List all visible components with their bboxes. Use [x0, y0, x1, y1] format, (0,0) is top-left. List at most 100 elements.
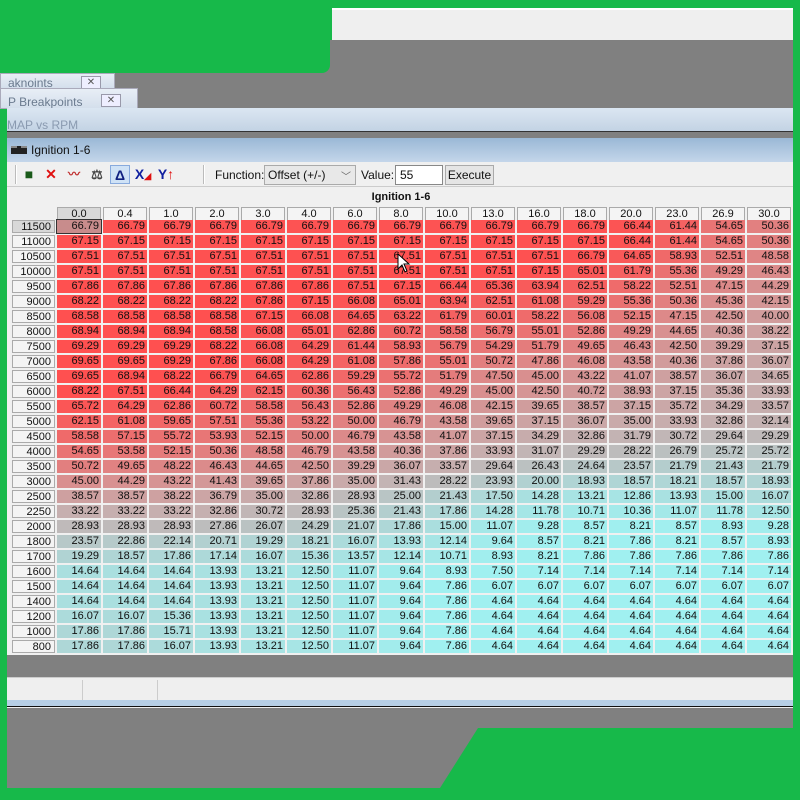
table-cell[interactable]: 69.29 — [149, 340, 193, 353]
table-cell[interactable]: 44.29 — [103, 475, 147, 488]
table-cell[interactable]: 14.64 — [103, 595, 147, 608]
table-cell[interactable]: 43.22 — [149, 475, 193, 488]
table-cell[interactable]: 66.44 — [609, 220, 653, 233]
table-cell[interactable]: 53.93 — [195, 430, 239, 443]
table-cell[interactable]: 67.86 — [57, 280, 101, 293]
table-cell[interactable]: 62.51 — [471, 295, 515, 308]
table-cell[interactable]: 6.07 — [655, 580, 699, 593]
table-cell[interactable]: 14.64 — [57, 565, 101, 578]
table-cell[interactable]: 52.51 — [701, 250, 745, 263]
table-cell[interactable]: 4.64 — [471, 610, 515, 623]
table-cell[interactable]: 7.86 — [701, 550, 745, 563]
table-cell[interactable]: 50.00 — [333, 415, 377, 428]
table-cell[interactable]: 68.22 — [149, 370, 193, 383]
table-cell[interactable]: 61.79 — [425, 310, 469, 323]
table-cell[interactable]: 4.64 — [701, 595, 745, 608]
table-cell[interactable]: 42.50 — [287, 460, 331, 473]
function-dropdown[interactable]: Offset (+/-) ﹀ — [264, 165, 356, 185]
table-cell[interactable]: 26.07 — [241, 520, 285, 533]
table-cell[interactable]: 45.00 — [471, 385, 515, 398]
table-cell[interactable]: 17.86 — [425, 505, 469, 518]
column-header[interactable]: 0.0 — [57, 207, 101, 220]
table-cell[interactable]: 21.43 — [379, 505, 423, 518]
row-header[interactable]: 6500 — [12, 370, 55, 383]
table-cell[interactable]: 8.21 — [609, 520, 653, 533]
table-cell[interactable]: 34.29 — [701, 400, 745, 413]
table-cell[interactable]: 66.08 — [241, 325, 285, 338]
column-header[interactable]: 0.4 — [103, 207, 147, 220]
table-cell[interactable]: 58.58 — [57, 430, 101, 443]
table-cell[interactable]: 67.51 — [195, 250, 239, 263]
table-cell[interactable]: 66.08 — [333, 295, 377, 308]
table-cell[interactable]: 7.86 — [563, 550, 607, 563]
table-cell[interactable]: 34.65 — [747, 370, 791, 383]
table-cell[interactable]: 14.28 — [517, 490, 561, 503]
table-cell[interactable]: 29.29 — [747, 430, 791, 443]
table-cell[interactable]: 67.15 — [241, 310, 285, 323]
table-cell[interactable]: 11.07 — [655, 505, 699, 518]
table-cell[interactable]: 59.29 — [333, 370, 377, 383]
table-cell[interactable]: 69.65 — [57, 355, 101, 368]
table-cell[interactable]: 46.43 — [609, 340, 653, 353]
table-cell[interactable]: 32.86 — [563, 430, 607, 443]
table-cell[interactable]: 14.64 — [103, 580, 147, 593]
table-cell[interactable]: 50.36 — [195, 445, 239, 458]
table-cell[interactable]: 67.15 — [287, 295, 331, 308]
row-header[interactable]: 1600 — [12, 565, 55, 578]
table-cell[interactable]: 68.22 — [195, 295, 239, 308]
table-cell[interactable]: 43.22 — [563, 370, 607, 383]
table-cell[interactable]: 32.86 — [195, 505, 239, 518]
table-cell[interactable]: 49.29 — [425, 385, 469, 398]
table-cell[interactable]: 46.79 — [333, 430, 377, 443]
table-cell[interactable]: 67.15 — [103, 235, 147, 248]
table-cell[interactable]: 52.15 — [609, 310, 653, 323]
table-cell[interactable]: 4.64 — [655, 610, 699, 623]
table-cell[interactable]: 29.64 — [701, 430, 745, 443]
table-cell[interactable]: 21.79 — [655, 460, 699, 473]
table-cell[interactable]: 4.64 — [609, 625, 653, 638]
value-input[interactable]: 55 — [395, 165, 443, 185]
table-cell[interactable]: 61.44 — [655, 220, 699, 233]
table-cell[interactable]: 18.93 — [747, 475, 791, 488]
table-cell[interactable]: 7.86 — [655, 550, 699, 563]
table-cell[interactable]: 66.79 — [195, 220, 239, 233]
table-cell[interactable]: 31.43 — [379, 475, 423, 488]
table-cell[interactable]: 7.14 — [563, 565, 607, 578]
table-cell[interactable]: 18.57 — [609, 475, 653, 488]
row-header[interactable]: 1500 — [12, 580, 55, 593]
table-cell[interactable]: 40.72 — [563, 385, 607, 398]
table-cell[interactable]: 4.64 — [517, 595, 561, 608]
table-cell[interactable]: 42.15 — [471, 400, 515, 413]
table-cell[interactable]: 23.57 — [609, 460, 653, 473]
table-cell[interactable]: 67.15 — [333, 235, 377, 248]
row-header[interactable]: 1800 — [12, 535, 55, 548]
table-cell[interactable]: 13.21 — [241, 625, 285, 638]
table-cell[interactable]: 67.15 — [517, 235, 561, 248]
table-cell[interactable]: 14.64 — [149, 565, 193, 578]
window-titlebar[interactable]: Ignition 1-6 — [7, 138, 793, 162]
table-cell[interactable]: 51.79 — [517, 340, 561, 353]
column-header[interactable]: 4.0 — [287, 207, 331, 220]
column-header[interactable]: 26.9 — [701, 207, 745, 220]
table-cell[interactable]: 13.21 — [241, 580, 285, 593]
table-cell[interactable]: 67.51 — [195, 265, 239, 278]
table-cell[interactable]: 17.86 — [103, 640, 147, 653]
table-cell[interactable]: 23.57 — [57, 535, 101, 548]
table-cell[interactable]: 17.14 — [195, 550, 239, 563]
table-cell[interactable]: 67.51 — [425, 265, 469, 278]
table-cell[interactable]: 7.50 — [471, 565, 515, 578]
table-cell[interactable]: 67.51 — [471, 250, 515, 263]
table-cell[interactable]: 50.72 — [57, 460, 101, 473]
table-cell[interactable]: 66.79 — [103, 220, 147, 233]
table-cell[interactable]: 60.01 — [471, 310, 515, 323]
table-cell[interactable]: 50.36 — [747, 235, 791, 248]
table-cell[interactable]: 67.15 — [471, 235, 515, 248]
table-cell[interactable]: 54.65 — [57, 445, 101, 458]
table-cell[interactable]: 7.86 — [609, 535, 653, 548]
table-cell[interactable]: 39.65 — [241, 475, 285, 488]
table-cell[interactable]: 69.29 — [57, 340, 101, 353]
table-cell[interactable]: 45.36 — [701, 295, 745, 308]
table-cell[interactable]: 4.64 — [563, 625, 607, 638]
row-header[interactable]: 1400 — [12, 595, 55, 608]
table-cell[interactable]: 38.57 — [57, 490, 101, 503]
